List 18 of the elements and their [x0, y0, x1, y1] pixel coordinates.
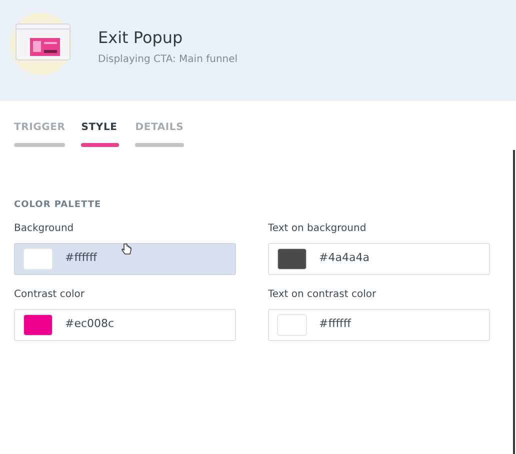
color-field[interactable]: #ffffff: [14, 242, 236, 274]
field-label: Background: [14, 222, 75, 236]
field-label: Text on contrast color: [268, 288, 378, 302]
field-label: Contrast color: [14, 288, 86, 302]
cta-subtitle: Displaying CTA: Main funnel: [98, 53, 238, 67]
hand-cursor-icon: [120, 242, 132, 254]
color-swatch[interactable]: [23, 248, 53, 270]
field-label: Text on background: [268, 222, 368, 236]
color-swatch[interactable]: [277, 314, 307, 336]
color-swatch[interactable]: [23, 314, 53, 336]
tab[interactable]: STYLE: [81, 120, 120, 147]
popup-title: Exit Popup: [98, 27, 184, 49]
color-swatch[interactable]: [277, 248, 307, 270]
color-field[interactable]: #ec008c: [14, 308, 236, 340]
popup-illustration-icon: [10, 10, 74, 76]
color-field[interactable]: #ffffff: [268, 308, 490, 340]
section-heading: COLOR PALETTE: [13, 199, 102, 212]
color-field[interactable]: #4a4a4a: [268, 242, 490, 274]
